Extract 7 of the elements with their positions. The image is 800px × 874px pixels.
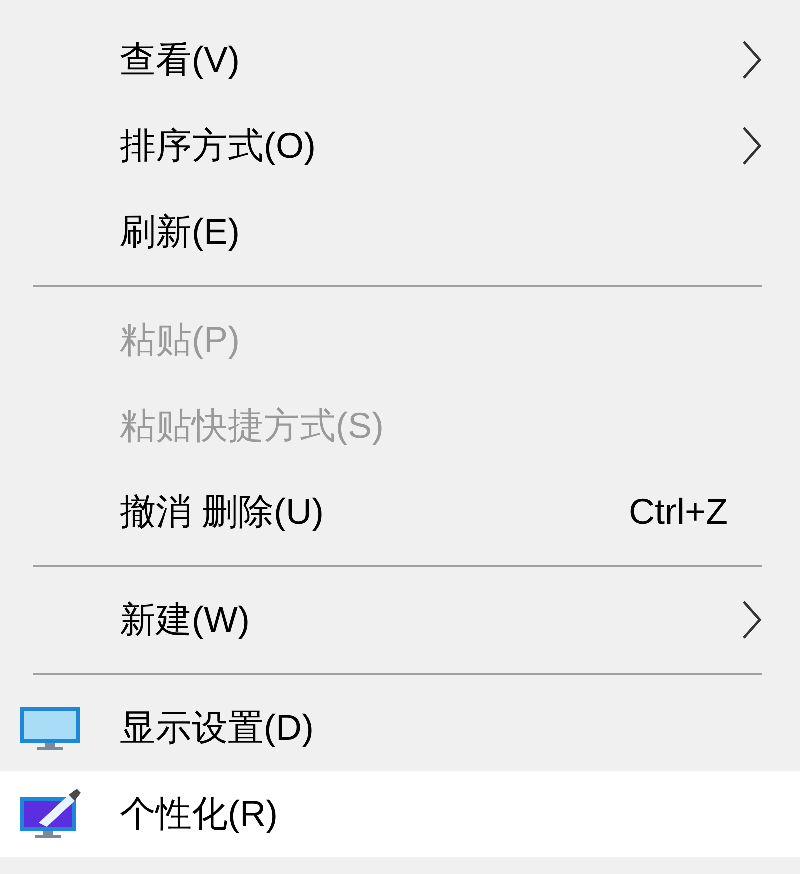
shortcut-label: Ctrl+Z (629, 490, 728, 534)
monitor-icon (19, 705, 81, 751)
monitor-brush-icon (19, 789, 81, 839)
chevron-right-icon (742, 126, 762, 166)
chevron-right-icon (742, 600, 762, 640)
chevron-right-icon (742, 40, 762, 80)
menu-item[interactable]: 个性化(R) (0, 771, 800, 857)
